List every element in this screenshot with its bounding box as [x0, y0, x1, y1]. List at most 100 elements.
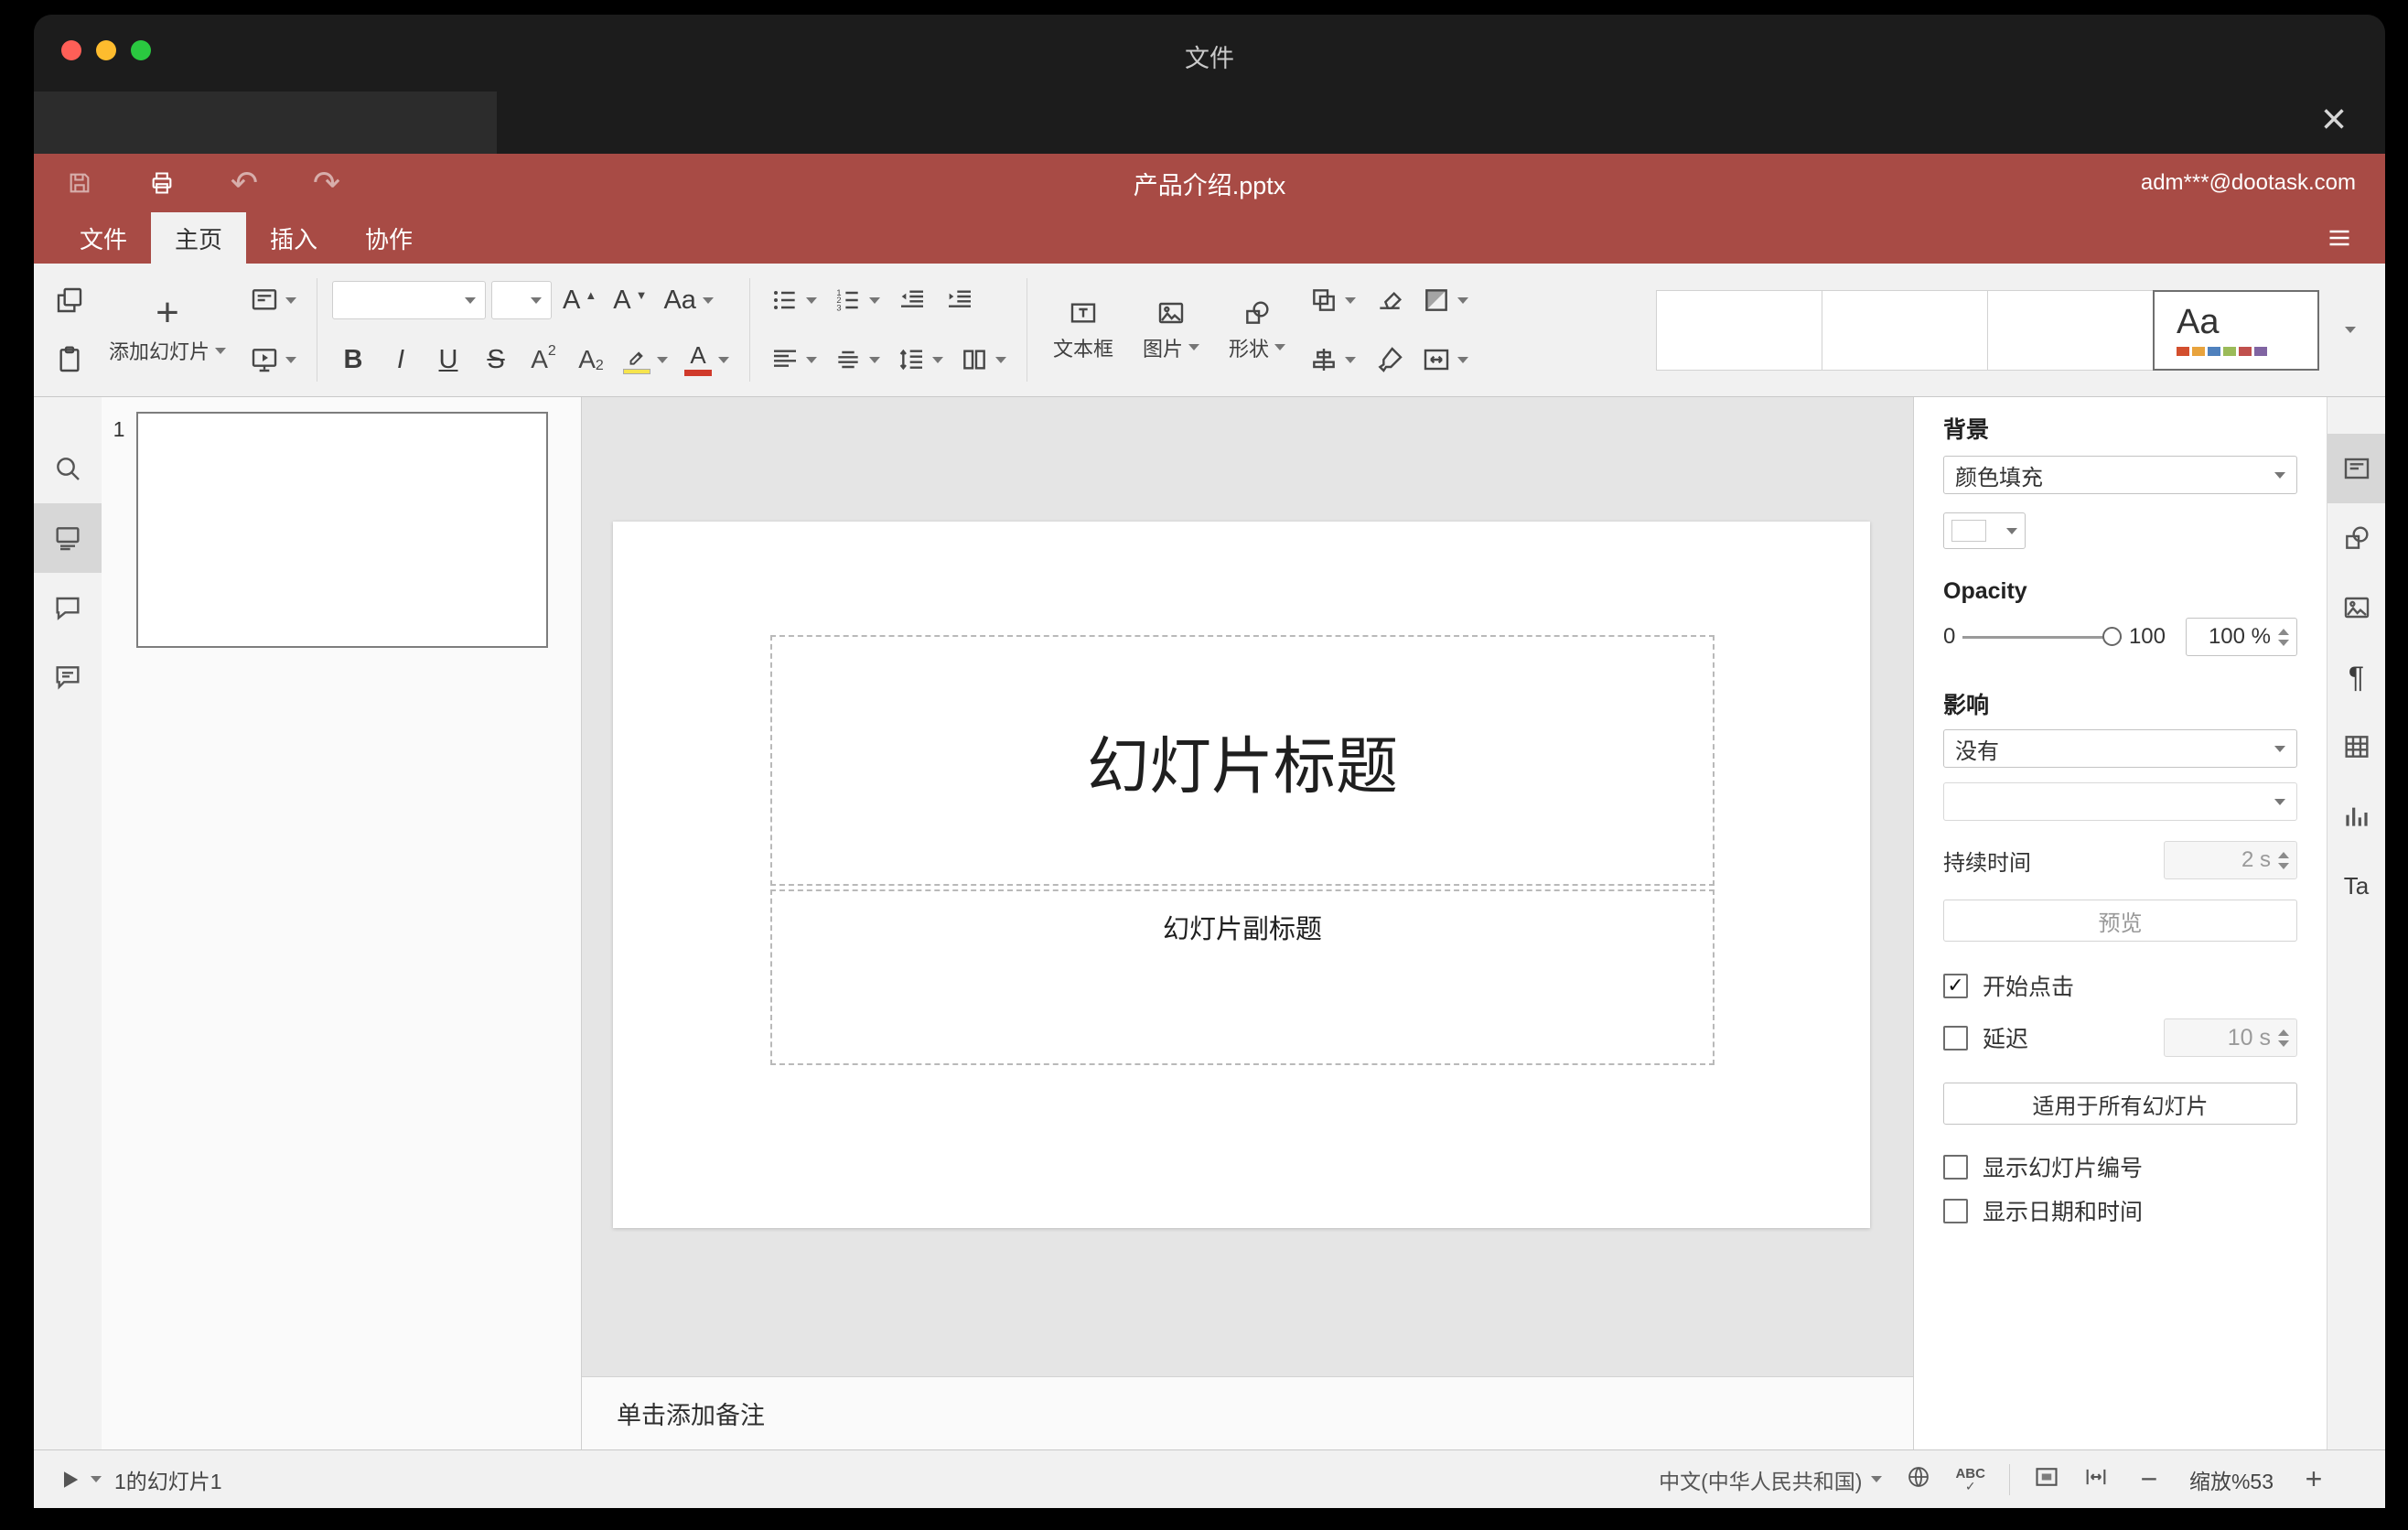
theme-gallery-expand-button[interactable] [2328, 290, 2370, 371]
zoom-level: 缩放%53 [2188, 1469, 2274, 1493]
tab-insert[interactable]: 插入 [246, 212, 341, 264]
increase-indent-button[interactable] [939, 275, 981, 325]
fit-width-button[interactable] [2083, 1464, 2109, 1495]
horizontal-align-button[interactable] [765, 335, 822, 384]
title-placeholder[interactable]: 幻灯片标题 [770, 635, 1715, 886]
font-size-select[interactable] [491, 281, 553, 319]
show-date-checkbox[interactable] [1943, 1198, 1968, 1223]
chat-button[interactable] [34, 642, 102, 712]
font-name-select[interactable] [332, 281, 487, 319]
align-shape-icon [1313, 349, 1335, 371]
delay-checkbox[interactable] [1943, 1025, 1968, 1051]
effect-option-select[interactable] [1943, 782, 2297, 821]
save-button[interactable] [61, 165, 98, 201]
bold-button[interactable]: B [332, 335, 374, 384]
close-dialog-button[interactable]: × [2310, 95, 2358, 144]
theme-gallery: Aa [1656, 269, 2370, 391]
subscript-button[interactable]: A2 [570, 335, 612, 384]
print-button[interactable] [144, 165, 180, 201]
spellcheck-button[interactable]: ABC ✓ [1955, 1467, 1985, 1492]
comment-icon [56, 597, 80, 620]
strikethrough-button[interactable]: S [475, 335, 517, 384]
shape-settings-tab[interactable] [2327, 503, 2385, 573]
line-spacing-button[interactable] [891, 335, 949, 384]
decrease-font-button[interactable]: A ▼ [607, 275, 652, 325]
decrease-indent-button[interactable] [891, 275, 933, 325]
language-select[interactable]: 中文(中华人民共和国) [1659, 1464, 1883, 1495]
slide-settings-tab[interactable] [2327, 434, 2385, 503]
spinner-arrows-icon[interactable] [2278, 851, 2289, 869]
tab-home[interactable]: 主页 [151, 212, 247, 264]
highlight-color-button[interactable] [618, 335, 673, 384]
fit-slide-button[interactable] [2034, 1464, 2059, 1495]
increase-font-button[interactable]: A ▲ [557, 275, 602, 325]
slide-thumbnail[interactable] [136, 412, 548, 648]
align-shape-button[interactable] [1304, 335, 1361, 384]
opacity-input[interactable]: 100 % [2186, 618, 2297, 656]
effect-select[interactable]: 没有 [1943, 729, 2297, 768]
change-case-button[interactable]: Aa [658, 275, 718, 325]
delay-input[interactable]: 10 s [2164, 1018, 2297, 1057]
arrange-shape-button[interactable] [1304, 275, 1361, 325]
spinner-arrows-icon[interactable] [2278, 628, 2289, 646]
subtitle-placeholder[interactable]: 幻灯片副标题 [770, 889, 1715, 1065]
insert-shape-button[interactable]: 形状 [1218, 269, 1296, 391]
insert-image-button[interactable]: 图片 [1132, 269, 1210, 391]
undo-icon: ↶ [230, 164, 259, 201]
textart-settings-tab[interactable]: Ta [2327, 851, 2385, 921]
undo-button[interactable]: ↶ [226, 165, 263, 201]
font-color-button[interactable]: A [679, 335, 735, 384]
italic-button[interactable]: I [380, 335, 422, 384]
slides-panel-button[interactable] [34, 503, 102, 573]
search-button[interactable] [34, 434, 102, 503]
insert-textbox-button[interactable]: 文本框 [1042, 269, 1124, 391]
tab-collaboration[interactable]: 协作 [341, 212, 436, 264]
document-language-button[interactable] [1906, 1464, 1931, 1495]
slide-size-button[interactable] [1416, 335, 1474, 384]
image-settings-tab[interactable] [2327, 573, 2385, 642]
fill-color-select[interactable] [1943, 512, 2026, 549]
underline-button[interactable]: U [427, 335, 469, 384]
show-slide-number-checkbox[interactable] [1943, 1154, 1968, 1180]
theme-tile[interactable] [1987, 289, 2154, 371]
background-fill-select[interactable]: 颜色填充 [1943, 456, 2297, 494]
start-on-click-checkbox[interactable]: ✓ [1943, 973, 1968, 998]
zoom-out-button[interactable]: − [2133, 1462, 2166, 1496]
duration-input[interactable]: 2 s [2164, 841, 2297, 879]
fit-width-icon [2086, 1469, 2106, 1484]
chevron-down-icon [2274, 471, 2285, 479]
bullet-list-button[interactable] [765, 275, 822, 325]
theme-tile-selected[interactable]: Aa [2153, 289, 2319, 371]
color-scheme-button[interactable] [1416, 275, 1474, 325]
tab-file[interactable]: 文件 [56, 212, 151, 264]
copy-button[interactable] [48, 275, 91, 325]
preview-button[interactable]: 预览 [1943, 900, 2297, 942]
start-slideshow-button[interactable] [244, 335, 302, 384]
slide[interactable]: 幻灯片标题 幻灯片副标题 [613, 522, 1870, 1228]
redo-button[interactable]: ↷ [308, 165, 345, 201]
start-slideshow-status-button[interactable] [58, 1467, 102, 1492]
clear-style-button[interactable] [1369, 275, 1411, 325]
paste-button[interactable] [48, 335, 91, 384]
apply-to-all-slides-button[interactable]: 适用于所有幻灯片 [1943, 1083, 2297, 1125]
chart-settings-tab[interactable] [2327, 781, 2385, 851]
zoom-in-button[interactable]: + [2297, 1462, 2330, 1496]
change-layout-button[interactable] [244, 275, 302, 325]
spinner-arrows-icon[interactable] [2278, 1029, 2289, 1047]
theme-tile[interactable] [1822, 289, 1988, 371]
add-slide-button[interactable]: + 添加幻灯片 [98, 269, 237, 391]
paragraph-settings-tab[interactable]: ¶ [2327, 642, 2385, 712]
numbered-list-button[interactable]: 123 [828, 275, 886, 325]
view-settings-button[interactable] [2319, 220, 2360, 256]
vertical-align-button[interactable] [828, 335, 886, 384]
notes-area[interactable]: 单击添加备注 [582, 1376, 1913, 1449]
copy-style-button[interactable] [1369, 335, 1411, 384]
slider-handle[interactable] [2102, 627, 2122, 646]
chevron-down-icon [91, 1476, 102, 1482]
opacity-slider[interactable] [1962, 627, 2122, 647]
theme-tile[interactable] [1656, 289, 1822, 371]
columns-button[interactable] [954, 335, 1012, 384]
superscript-button[interactable]: A2 [522, 335, 564, 384]
table-settings-tab[interactable] [2327, 712, 2385, 781]
comments-button[interactable] [34, 573, 102, 642]
